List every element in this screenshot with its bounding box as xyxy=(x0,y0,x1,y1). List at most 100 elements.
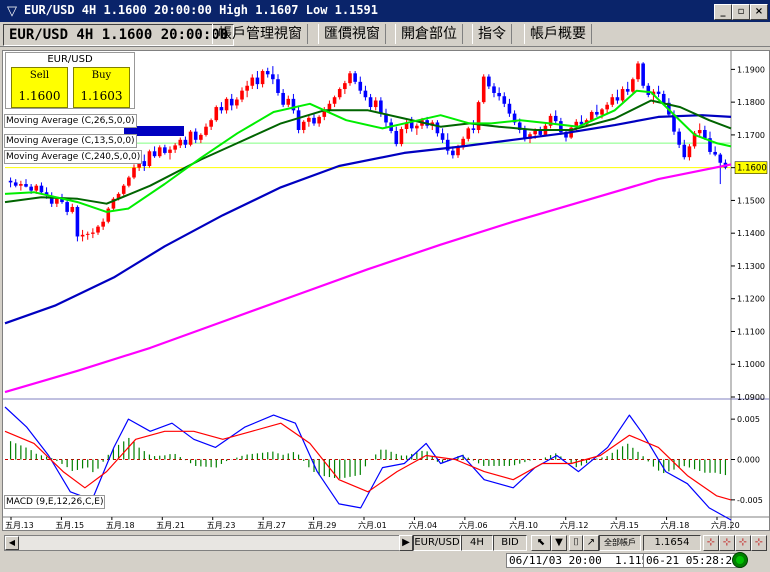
candle-body xyxy=(605,104,609,110)
candle-body xyxy=(636,63,640,80)
candle-body xyxy=(55,198,59,204)
macd-label[interactable]: MACD (9,E,12,26,C,E) xyxy=(4,495,106,509)
candle-body xyxy=(29,186,33,191)
candle-body xyxy=(718,154,723,163)
quote-box: EUR/USD Sell 1.1600 Buy 1.1603 xyxy=(5,52,135,109)
candle-body xyxy=(379,100,383,114)
candle-body xyxy=(456,147,460,156)
candle-body xyxy=(363,90,368,98)
candle-body xyxy=(615,97,620,101)
candle-body xyxy=(471,128,476,130)
candle-body xyxy=(610,97,615,105)
crosshair3-icon[interactable]: ⊹ xyxy=(735,535,751,551)
time-tick-label: 六月.18 xyxy=(661,520,690,530)
candle-body xyxy=(466,128,471,139)
scroll-left-icon[interactable]: ◀ xyxy=(5,536,19,550)
candle-body xyxy=(538,130,543,135)
candle-body xyxy=(476,102,481,130)
candle-body xyxy=(301,121,306,130)
candle-body xyxy=(260,71,265,85)
time-tick-label: 五月.15 xyxy=(55,521,84,530)
candle-body xyxy=(229,98,234,106)
draw-line-icon[interactable]: ↗ xyxy=(583,535,599,551)
connection-status-icon xyxy=(732,552,748,568)
crosshair4-icon[interactable]: ⊹ xyxy=(751,535,767,551)
candle-body xyxy=(80,234,85,237)
candle-body xyxy=(487,76,491,87)
restore-button[interactable]: ▫ xyxy=(732,4,750,20)
candle-body xyxy=(224,98,229,111)
sell-button[interactable]: Sell 1.1600 xyxy=(11,67,68,108)
candle-body xyxy=(353,73,357,82)
candle-body xyxy=(240,90,244,100)
horizontal-scrollbar[interactable]: ◀ ▶ xyxy=(4,535,414,551)
candle-body xyxy=(8,180,13,183)
tab-orders[interactable]: 指令 xyxy=(472,24,512,44)
candle-body xyxy=(451,150,455,156)
crosshair-icon[interactable]: ⊹ xyxy=(703,535,719,551)
price-tick-label: 1.1900 xyxy=(737,65,765,74)
tab-account-manager[interactable]: 帳戶管理視窗 xyxy=(212,24,308,44)
time-tick-label: 五月.23 xyxy=(207,521,236,530)
candle-body xyxy=(168,149,172,153)
macd-tick-label: 0.005 xyxy=(737,415,760,424)
candle-body xyxy=(332,97,337,104)
candle-body xyxy=(368,97,373,108)
time-tick-label: 六月.10 xyxy=(509,520,538,530)
candle-body xyxy=(286,98,291,105)
crosshair2-icon[interactable]: ⊹ xyxy=(719,535,735,551)
chart-type-icon[interactable]: ⌷ xyxy=(569,535,583,551)
ma13-label[interactable]: Moving Average (C,13,S,0,0) xyxy=(4,134,137,148)
candle-body xyxy=(394,130,399,145)
sell-price: 1.1600 xyxy=(18,89,61,103)
candle-body xyxy=(70,206,75,212)
candle-body xyxy=(317,116,321,124)
candle-body xyxy=(193,131,198,140)
candle-body xyxy=(178,139,183,146)
sell-label: Sell xyxy=(29,70,50,81)
candle-body xyxy=(173,145,177,150)
candle-body xyxy=(271,74,275,80)
time-tick-label: 五月.13 xyxy=(5,521,34,530)
macd-tick-label: 0.000 xyxy=(737,456,760,465)
current-price-label: 1.1600 xyxy=(737,164,767,174)
time-tick-label: 六月.06 xyxy=(459,520,488,530)
tab-chart[interactable]: EUR/USD 4H 1.1600 20:00:00 xyxy=(3,24,235,46)
ma26-label[interactable]: Moving Average (C,26,S,0,0) xyxy=(4,114,137,128)
candle-body xyxy=(507,103,512,114)
price-tick-label: 1.1800 xyxy=(737,98,765,107)
period-selector[interactable]: 4H xyxy=(461,535,493,551)
app-icon: ▽ xyxy=(7,3,17,18)
candle-body xyxy=(163,147,167,153)
candle-body xyxy=(553,115,558,122)
dropdown-arrow-icon[interactable]: ▼ xyxy=(551,535,567,551)
candle-body xyxy=(687,146,692,158)
scroll-end-icon[interactable]: ▶ xyxy=(399,535,413,551)
price-tick-label: 1.1700 xyxy=(737,131,765,140)
minimize-button[interactable]: _ xyxy=(714,4,732,20)
candle-body xyxy=(65,202,69,212)
candle-body xyxy=(85,233,90,235)
close-button[interactable]: × xyxy=(750,4,768,20)
tab-account-summary[interactable]: 帳戶概要 xyxy=(524,24,592,44)
bid-ask-selector[interactable]: BID xyxy=(493,535,527,551)
candle-body xyxy=(703,129,707,139)
macd-tick-label: -0.005 xyxy=(737,496,763,505)
candle-body xyxy=(39,185,44,193)
symbol-selector[interactable]: EUR/USD xyxy=(413,535,461,551)
candle-body xyxy=(121,185,126,194)
candle-body xyxy=(127,177,131,186)
account-selector[interactable]: 全部帳戶 xyxy=(599,535,641,551)
candle-body xyxy=(204,126,208,135)
candle-body xyxy=(435,122,440,134)
candle-body xyxy=(13,182,18,186)
tab-quotes[interactable]: 匯價視窗 xyxy=(318,24,386,44)
candle-body xyxy=(255,77,260,85)
cursor-tool-icon[interactable]: ⬉ xyxy=(531,535,551,551)
candle-body xyxy=(625,89,630,92)
ma240-label[interactable]: Moving Average (C,240,S,0,0) xyxy=(4,150,143,164)
price-tick-label: 1.1000 xyxy=(737,360,765,369)
buy-button[interactable]: Buy 1.1603 xyxy=(73,67,130,108)
tab-open-positions[interactable]: 開倉部位 xyxy=(395,24,463,44)
candle-body xyxy=(337,89,342,98)
